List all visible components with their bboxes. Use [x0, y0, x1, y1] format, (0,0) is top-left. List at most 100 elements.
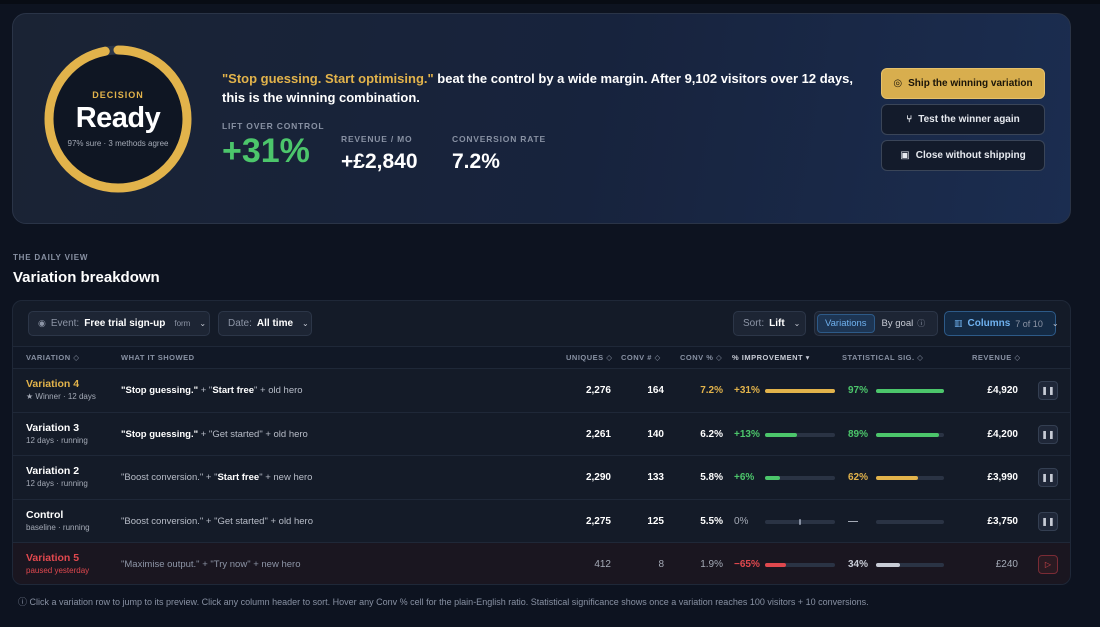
conv-pct-cell[interactable]: 5.8%	[700, 472, 723, 483]
cta-text: Get started	[212, 428, 260, 440]
chevron-down-icon: ⌄	[1051, 319, 1059, 328]
test-winner-again-button[interactable]: ⑂ Test the winner again	[881, 104, 1045, 135]
variation-content: "Maximise output." + "Try now" + new her…	[121, 559, 300, 570]
table-row[interactable]: Variation 3 12 days · running "Stop guessi…	[13, 411, 1070, 455]
header-what-it-showed[interactable]: WHAT IT SHOWED	[121, 353, 195, 362]
pause-button[interactable]: ❚❚	[1038, 511, 1058, 531]
header-variation[interactable]: VARIATION ◇	[26, 353, 80, 362]
headline-text: "Boost conversion."	[121, 472, 204, 484]
stat-sig-value: 89%	[848, 428, 869, 440]
variation-name: Control	[26, 508, 64, 521]
header-conv-count[interactable]: CONV # ◇	[621, 353, 661, 362]
improvement-value: +31%	[734, 385, 760, 396]
variation-status: baseline · running	[26, 522, 90, 532]
stat-conversion: CONVERSION RATE 7.2%	[452, 134, 546, 174]
columns-picker[interactable]: ▥ Columns 7 of 10 ⌄	[944, 311, 1059, 336]
close-without-shipping-button[interactable]: ▣ Close without shipping	[881, 140, 1045, 171]
pause-button[interactable]: ❚❚	[1038, 424, 1058, 444]
variation-content: "Stop guessing." + "Get started" + old h…	[121, 429, 308, 440]
variation-table-card: ◉ Event: Free trial sign-up form ⌄ Date:…	[12, 300, 1071, 585]
view-variations-tab[interactable]: Variations	[817, 314, 875, 333]
view-by-goal-tab[interactable]: By goal ⓘ	[875, 314, 933, 333]
cta-text: Start free	[212, 385, 255, 396]
improvement-value: −65%	[734, 559, 760, 571]
decision-headline: "Stop guessing. Start optimising." beat …	[222, 69, 862, 107]
decision-state: Ready	[75, 102, 161, 134]
improvement-bar-fill	[765, 432, 797, 437]
stat-conversion-label: CONVERSION RATE	[452, 134, 547, 144]
stat-sig-bar-fill	[876, 389, 944, 393]
pause-button[interactable]: ❚❚	[1038, 468, 1058, 488]
header-stat-sig[interactable]: STATISTICAL SIG. ◇	[842, 353, 923, 362]
pause-button[interactable]: ❚❚	[1038, 381, 1058, 400]
view-by-goal-label: By goal	[881, 318, 914, 329]
joiner-text: + "	[198, 428, 213, 440]
stat-sig-bar-fill	[876, 432, 939, 437]
improvement-bar-fill	[765, 476, 780, 481]
uniques-cell: 2,275	[585, 515, 611, 527]
top-strip	[0, 0, 1100, 4]
stat-lift-value: +31%	[222, 132, 310, 170]
headline-text: "Stop guessing."	[121, 428, 199, 440]
header-uniques[interactable]: UNIQUES ◇	[566, 353, 613, 362]
table-row[interactable]: Variation 2 12 days · running "Boost conve…	[13, 455, 1070, 498]
cta-text: Try now	[213, 559, 248, 571]
date-filter-label: Date:	[228, 318, 252, 329]
revenue-cell: £4,920	[987, 385, 1018, 396]
stat-revenue-value: +£2,840	[341, 150, 418, 173]
improvement-bar	[765, 518, 835, 525]
variation-content: "Boost conversion." + "Get started" + ol…	[121, 516, 313, 527]
conv-pct-cell[interactable]: 5.5%	[700, 516, 723, 527]
chevron-down-icon: ⌄	[199, 319, 207, 328]
headline-text: "Maximise output."	[121, 559, 200, 571]
ship-winner-button[interactable]: ◎ Ship the winning variation	[881, 68, 1045, 99]
improvement-bar	[765, 389, 835, 393]
table-row[interactable]: Variation 4 ★ Winner · 12 days "Stop guess…	[13, 368, 1070, 411]
revenue-cell: £4,200	[987, 428, 1018, 440]
date-filter[interactable]: Date: All time ⌄	[218, 311, 312, 336]
revenue-cell: £240	[995, 559, 1018, 571]
conv-count-cell: 164	[647, 385, 664, 396]
resume-button[interactable]: ▷	[1038, 555, 1058, 575]
target-icon: ◉	[38, 318, 46, 328]
hero-text: " + old hero	[259, 428, 308, 440]
stat-sig-bar-fill	[876, 476, 919, 481]
sort-label: Sort:	[743, 318, 765, 329]
columns-icon: ▥	[954, 318, 963, 328]
hero-text: " + new hero	[247, 559, 301, 571]
header-revenue[interactable]: REVENUE ◇	[972, 353, 1021, 362]
test-winner-again-label: Test the winner again	[918, 114, 1020, 125]
event-filter-value: Free trial sign-up	[84, 318, 166, 329]
joiner-text: + "	[199, 559, 214, 571]
header-conv-pct[interactable]: CONV % ◇	[680, 353, 722, 362]
variation-status: 12 days · running	[26, 435, 88, 445]
conv-pct-cell[interactable]: 1.9%	[700, 559, 723, 570]
conv-pct-cell[interactable]: 7.2%	[700, 385, 723, 396]
table-row[interactable]: Control baseline · running "Boost conversi…	[13, 498, 1070, 542]
headline-text: "Boost conversion."	[121, 515, 204, 527]
stat-sig-bar	[876, 476, 944, 481]
chevron-down-icon: ⌄	[302, 319, 309, 328]
variation-content: "Stop guessing." + "Start free" + old he…	[121, 385, 303, 396]
decision-kicker: DECISION	[92, 90, 144, 100]
improvement-bar-fill	[765, 563, 786, 568]
event-filter-tag: form	[174, 319, 191, 328]
uniques-cell: 412	[594, 559, 611, 571]
stat-sig-value: 34%	[848, 559, 869, 571]
stat-lift: LIFT OVER CONTROL +31%	[222, 121, 324, 171]
improvement-value: 0%	[734, 515, 749, 527]
variation-name: Variation 2	[26, 465, 80, 478]
improvement-value: +13%	[734, 428, 760, 440]
joiner-text: + "	[203, 472, 218, 484]
improvement-value: +6%	[734, 472, 755, 484]
joiner-text: + "	[203, 515, 218, 527]
check-circle-icon: ◎	[893, 78, 903, 89]
conv-pct-cell[interactable]: 6.2%	[700, 429, 723, 440]
sort-select[interactable]: Sort: Lift ⌄	[733, 311, 806, 336]
header-improvement[interactable]: % IMPROVEMENT ▾	[732, 353, 810, 362]
event-filter[interactable]: ◉ Event: Free trial sign-up form ⌄	[28, 311, 210, 336]
table-row[interactable]: Variation 5 paused yesterday "Maximise out…	[13, 542, 1070, 584]
hero-text: " + new hero	[259, 472, 313, 484]
conv-count-cell: 140	[647, 428, 664, 440]
revenue-cell: £3,750	[987, 515, 1018, 527]
